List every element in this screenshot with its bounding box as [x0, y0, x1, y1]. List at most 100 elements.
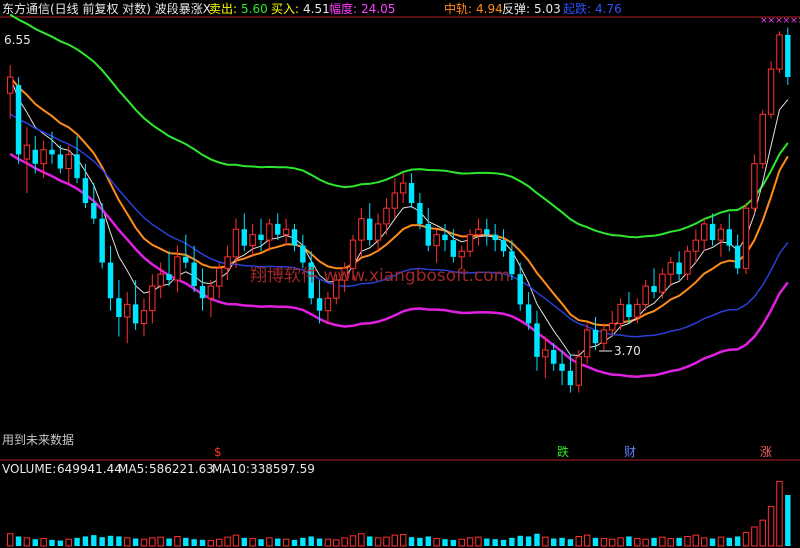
volume-bar [207, 540, 215, 547]
volume-bar [684, 535, 691, 547]
candle-body [107, 262, 114, 299]
volume-bar [383, 536, 390, 547]
candle-body [759, 113, 766, 165]
volume-bar [132, 538, 139, 546]
candle-body [266, 223, 273, 241]
candle-body [417, 203, 423, 224]
x-marks: ×××××× [760, 16, 800, 26]
candle-body [525, 304, 532, 324]
signal-s: $ [214, 445, 222, 459]
volume-bar [659, 536, 666, 547]
candle-body [157, 273, 164, 287]
volume-bar [324, 538, 332, 547]
volume-bar [692, 534, 700, 547]
ma10-value: 338597.59 [250, 462, 315, 476]
volume-bar [74, 537, 80, 546]
candle-body [174, 256, 181, 281]
volume-bar [224, 536, 231, 547]
mid-value: 4.94 [476, 2, 503, 16]
candle-body [149, 285, 156, 312]
ma5-value: 586221.63 [149, 462, 214, 476]
watermark: 翔博软件 www.xiangbosoft.com [250, 266, 510, 286]
volume-bar [99, 537, 105, 546]
volume-bar [166, 538, 172, 546]
candle-body [399, 182, 407, 194]
volume-bar [676, 537, 682, 546]
volume-bar [642, 538, 649, 547]
volume-bar [249, 538, 256, 547]
volume-bar [23, 537, 31, 547]
ma10-label: MA10: [212, 462, 250, 476]
volume-bar [349, 535, 357, 547]
candle-body [726, 229, 733, 246]
volume-bar [534, 533, 540, 546]
candle-body [700, 223, 708, 241]
candle-body [667, 262, 674, 275]
volume-bar [367, 536, 373, 546]
candle-body [132, 304, 139, 324]
volume-bar [399, 533, 407, 547]
volume-bar [734, 536, 741, 546]
candle-body [709, 223, 716, 241]
volume-bar [550, 538, 557, 546]
volume-bar [308, 536, 314, 546]
chart-title: 东方通信(日线 前复权 对数) 波段暴涨X [2, 1, 211, 16]
volume-bar [492, 539, 498, 546]
volume-bar [140, 538, 148, 547]
low-label: 3.70 [614, 344, 641, 358]
volume-bar [241, 537, 248, 546]
candle-body [116, 298, 122, 318]
candle-body [500, 240, 507, 252]
support-label: 起跌: [563, 1, 591, 16]
candle-body [99, 218, 105, 263]
volume-bar [282, 538, 290, 547]
volume-bar [191, 539, 197, 546]
volume-bar [592, 537, 599, 546]
candle-body [534, 323, 540, 357]
candle-body [15, 85, 22, 155]
volume-bar [116, 536, 122, 546]
candle-body [367, 218, 373, 241]
buy-label: 买入: [271, 2, 299, 16]
upper-band-line [9, 13, 789, 239]
candle-body [492, 234, 498, 241]
candle-body [466, 234, 474, 252]
volume-bar [82, 536, 89, 546]
support-value: 4.76 [595, 2, 622, 16]
candle-body [258, 234, 264, 241]
volume-bar [542, 536, 549, 547]
candle-body [592, 329, 599, 344]
volume-bar [717, 536, 725, 547]
rebound-label: 反弹: [502, 2, 530, 16]
candle-body [651, 286, 657, 293]
candle-body [425, 223, 431, 246]
volume-bar [291, 539, 298, 546]
candle-body [542, 349, 549, 358]
candle-body [626, 304, 632, 318]
volume-bar [49, 539, 55, 546]
volume-bar [442, 539, 448, 546]
volume-bar [466, 537, 474, 547]
candle-body [634, 303, 641, 318]
candle-body [767, 68, 775, 115]
volume-bar [785, 495, 791, 546]
volume-bar [458, 538, 465, 547]
candle-body [475, 228, 482, 236]
candle-body [124, 303, 131, 318]
candle-body [199, 286, 206, 299]
volume-bar [600, 538, 608, 547]
candle-body [275, 223, 281, 235]
volume-bar [626, 536, 632, 546]
candle-body [609, 322, 616, 331]
candle-body [65, 153, 72, 170]
volume-bar [475, 536, 482, 547]
candle-body [600, 329, 608, 344]
candle-body [433, 234, 440, 247]
volume-value: 649941.44 [57, 462, 122, 476]
candle-body [583, 329, 591, 358]
candle-body [450, 240, 457, 257]
volume-bar [374, 537, 382, 547]
volume-bar [651, 537, 657, 546]
candle-body [324, 297, 332, 312]
volume-bar [759, 519, 766, 547]
